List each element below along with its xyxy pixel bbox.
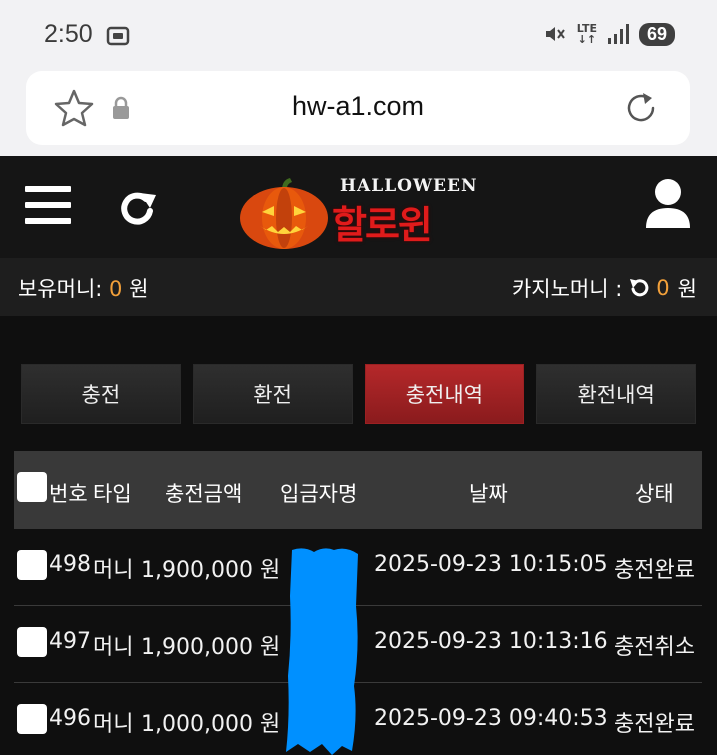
tab-deposit[interactable]: 충전	[21, 364, 181, 424]
menu-icon[interactable]	[25, 186, 71, 226]
row-date: 2025-09-23 09:40:53	[374, 706, 608, 731]
screenshot-icon	[106, 26, 130, 46]
status-icons: LTE ↓↑ 69	[543, 22, 675, 46]
row-date: 2025-09-23 10:15:05	[374, 552, 608, 577]
col-number: 번호	[49, 482, 88, 506]
casino-money-value: 0	[656, 276, 670, 300]
col-amount: 충전금액	[165, 482, 243, 506]
tab-withdraw[interactable]: 환전	[192, 364, 353, 424]
money-bar: 보유머니: 0 원 카지노머니 : 0 원	[0, 258, 717, 316]
table-header: 번호 타입 충전금액 입금자명 날짜 상태	[14, 451, 702, 529]
site-header: HALLOWEEN 할로윈	[0, 156, 717, 258]
col-status: 상태	[635, 482, 674, 506]
status-time: 2:50	[44, 20, 93, 48]
casino-refresh-icon[interactable]	[628, 277, 650, 299]
col-date: 날짜	[469, 482, 508, 506]
mute-icon	[545, 27, 565, 41]
held-money-currency: 원	[129, 277, 149, 301]
row-amount: 1,900,000 원	[141, 635, 281, 660]
row-number: 497	[49, 629, 91, 654]
select-all-checkbox[interactable]	[17, 472, 47, 502]
user-icon[interactable]	[645, 178, 691, 230]
row-checkbox[interactable]	[17, 704, 47, 734]
signal-icon	[607, 24, 629, 44]
logo-text-en: HALLOWEEN	[340, 176, 478, 196]
pumpkin-logo	[240, 178, 328, 249]
row-type: 머니	[93, 635, 134, 660]
refresh-icon[interactable]	[118, 189, 160, 229]
row-checkbox[interactable]	[17, 550, 47, 580]
row-amount: 1,000,000 원	[141, 712, 281, 737]
casino-money-label: 카지노머니 :	[511, 277, 623, 301]
held-money-value: 0	[109, 277, 123, 301]
lte-icon: LTE ↓↑	[576, 22, 597, 46]
address-bar[interactable]: hw-a1.com	[26, 71, 690, 145]
row-type: 머니	[93, 558, 134, 583]
reload-icon[interactable]	[622, 89, 660, 127]
logo-text-ko: 할로윈	[332, 203, 433, 247]
tab-withdraw-history[interactable]: 환전내역	[536, 364, 696, 424]
held-money-label: 보유머니:	[18, 277, 103, 301]
redaction-mark	[286, 548, 358, 755]
tab-bar: 충전 환전 충전내역 환전내역	[21, 364, 696, 424]
col-type: 타입	[93, 482, 132, 506]
row-number: 498	[49, 552, 91, 577]
tab-deposit-history[interactable]: 충전내역	[364, 364, 525, 424]
casino-money: 카지노머니 : 0 원	[512, 273, 697, 303]
browser-chrome: 2:50 LTE ↓↑ 69 hw-a1.com	[0, 0, 717, 156]
battery-icon: 69	[638, 22, 675, 46]
row-status: 충전취소	[614, 635, 695, 660]
row-checkbox[interactable]	[17, 627, 47, 657]
col-depositor: 입금자명	[280, 482, 358, 506]
row-amount: 1,900,000 원	[141, 558, 281, 583]
row-type: 머니	[93, 712, 134, 737]
site-logo[interactable]: HALLOWEEN 할로윈	[236, 174, 481, 250]
row-date: 2025-09-23 10:13:16	[374, 629, 608, 654]
row-status: 충전완료	[614, 712, 695, 737]
held-money: 보유머니: 0 원	[18, 273, 148, 303]
url-text[interactable]: hw-a1.com	[26, 91, 690, 122]
row-status: 충전완료	[614, 558, 695, 583]
casino-money-currency: 원	[677, 277, 697, 301]
row-number: 496	[49, 706, 91, 731]
